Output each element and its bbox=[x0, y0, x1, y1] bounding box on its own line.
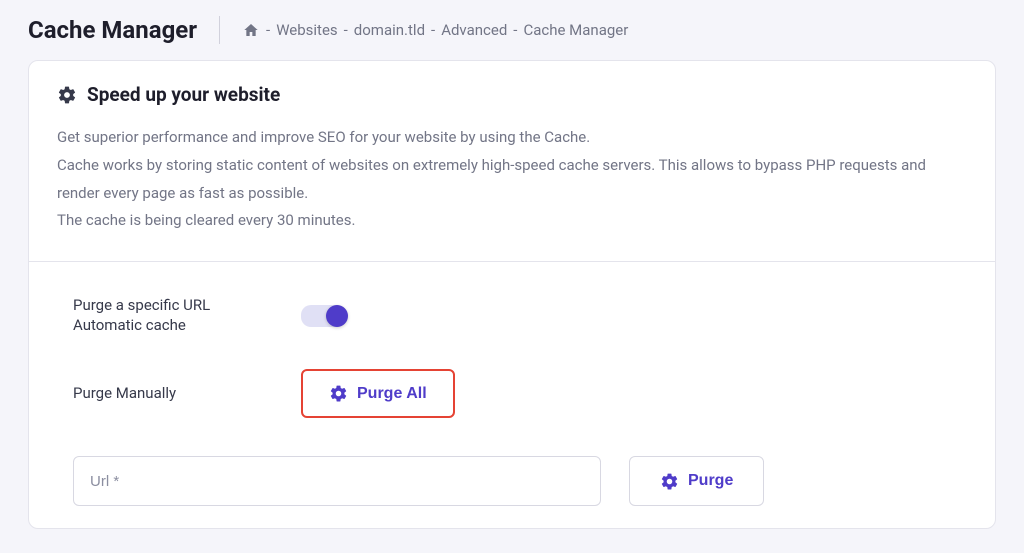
breadcrumb-sep: - bbox=[266, 21, 270, 39]
automatic-cache-toggle[interactable] bbox=[301, 305, 347, 327]
card-description: Get superior performance and improve SEO… bbox=[57, 124, 967, 235]
breadcrumb-item[interactable]: Websites bbox=[276, 21, 337, 39]
breadcrumb-sep: - bbox=[431, 21, 435, 39]
gear-icon bbox=[57, 85, 77, 105]
purge-all-button[interactable]: Purge All bbox=[301, 369, 455, 418]
purge-manually-label: Purge Manually bbox=[73, 384, 176, 402]
cache-card: Speed up your website Get superior perfo… bbox=[28, 60, 996, 529]
breadcrumb-sep: - bbox=[513, 21, 517, 39]
card-heading: Speed up your website bbox=[87, 83, 280, 106]
purge-specific-url-label: Purge a specific URL bbox=[73, 296, 301, 316]
breadcrumb-item[interactable]: domain.tld bbox=[354, 21, 425, 39]
url-input[interactable] bbox=[73, 456, 601, 506]
page-title: Cache Manager bbox=[28, 16, 197, 44]
purge-button[interactable]: Purge bbox=[629, 456, 764, 506]
header-divider bbox=[219, 16, 220, 44]
breadcrumb: - Websites - domain.tld - Advanced - Cac… bbox=[242, 21, 628, 39]
purge-all-button-label: Purge All bbox=[357, 385, 427, 403]
breadcrumb-item[interactable]: Advanced bbox=[441, 21, 507, 39]
purge-button-label: Purge bbox=[688, 472, 733, 490]
gear-icon bbox=[660, 472, 679, 491]
breadcrumb-sep: - bbox=[344, 21, 348, 39]
gear-icon bbox=[329, 384, 348, 403]
home-icon[interactable] bbox=[242, 22, 260, 38]
automatic-cache-label: Automatic cache bbox=[73, 316, 301, 336]
breadcrumb-item: Cache Manager bbox=[523, 21, 628, 39]
